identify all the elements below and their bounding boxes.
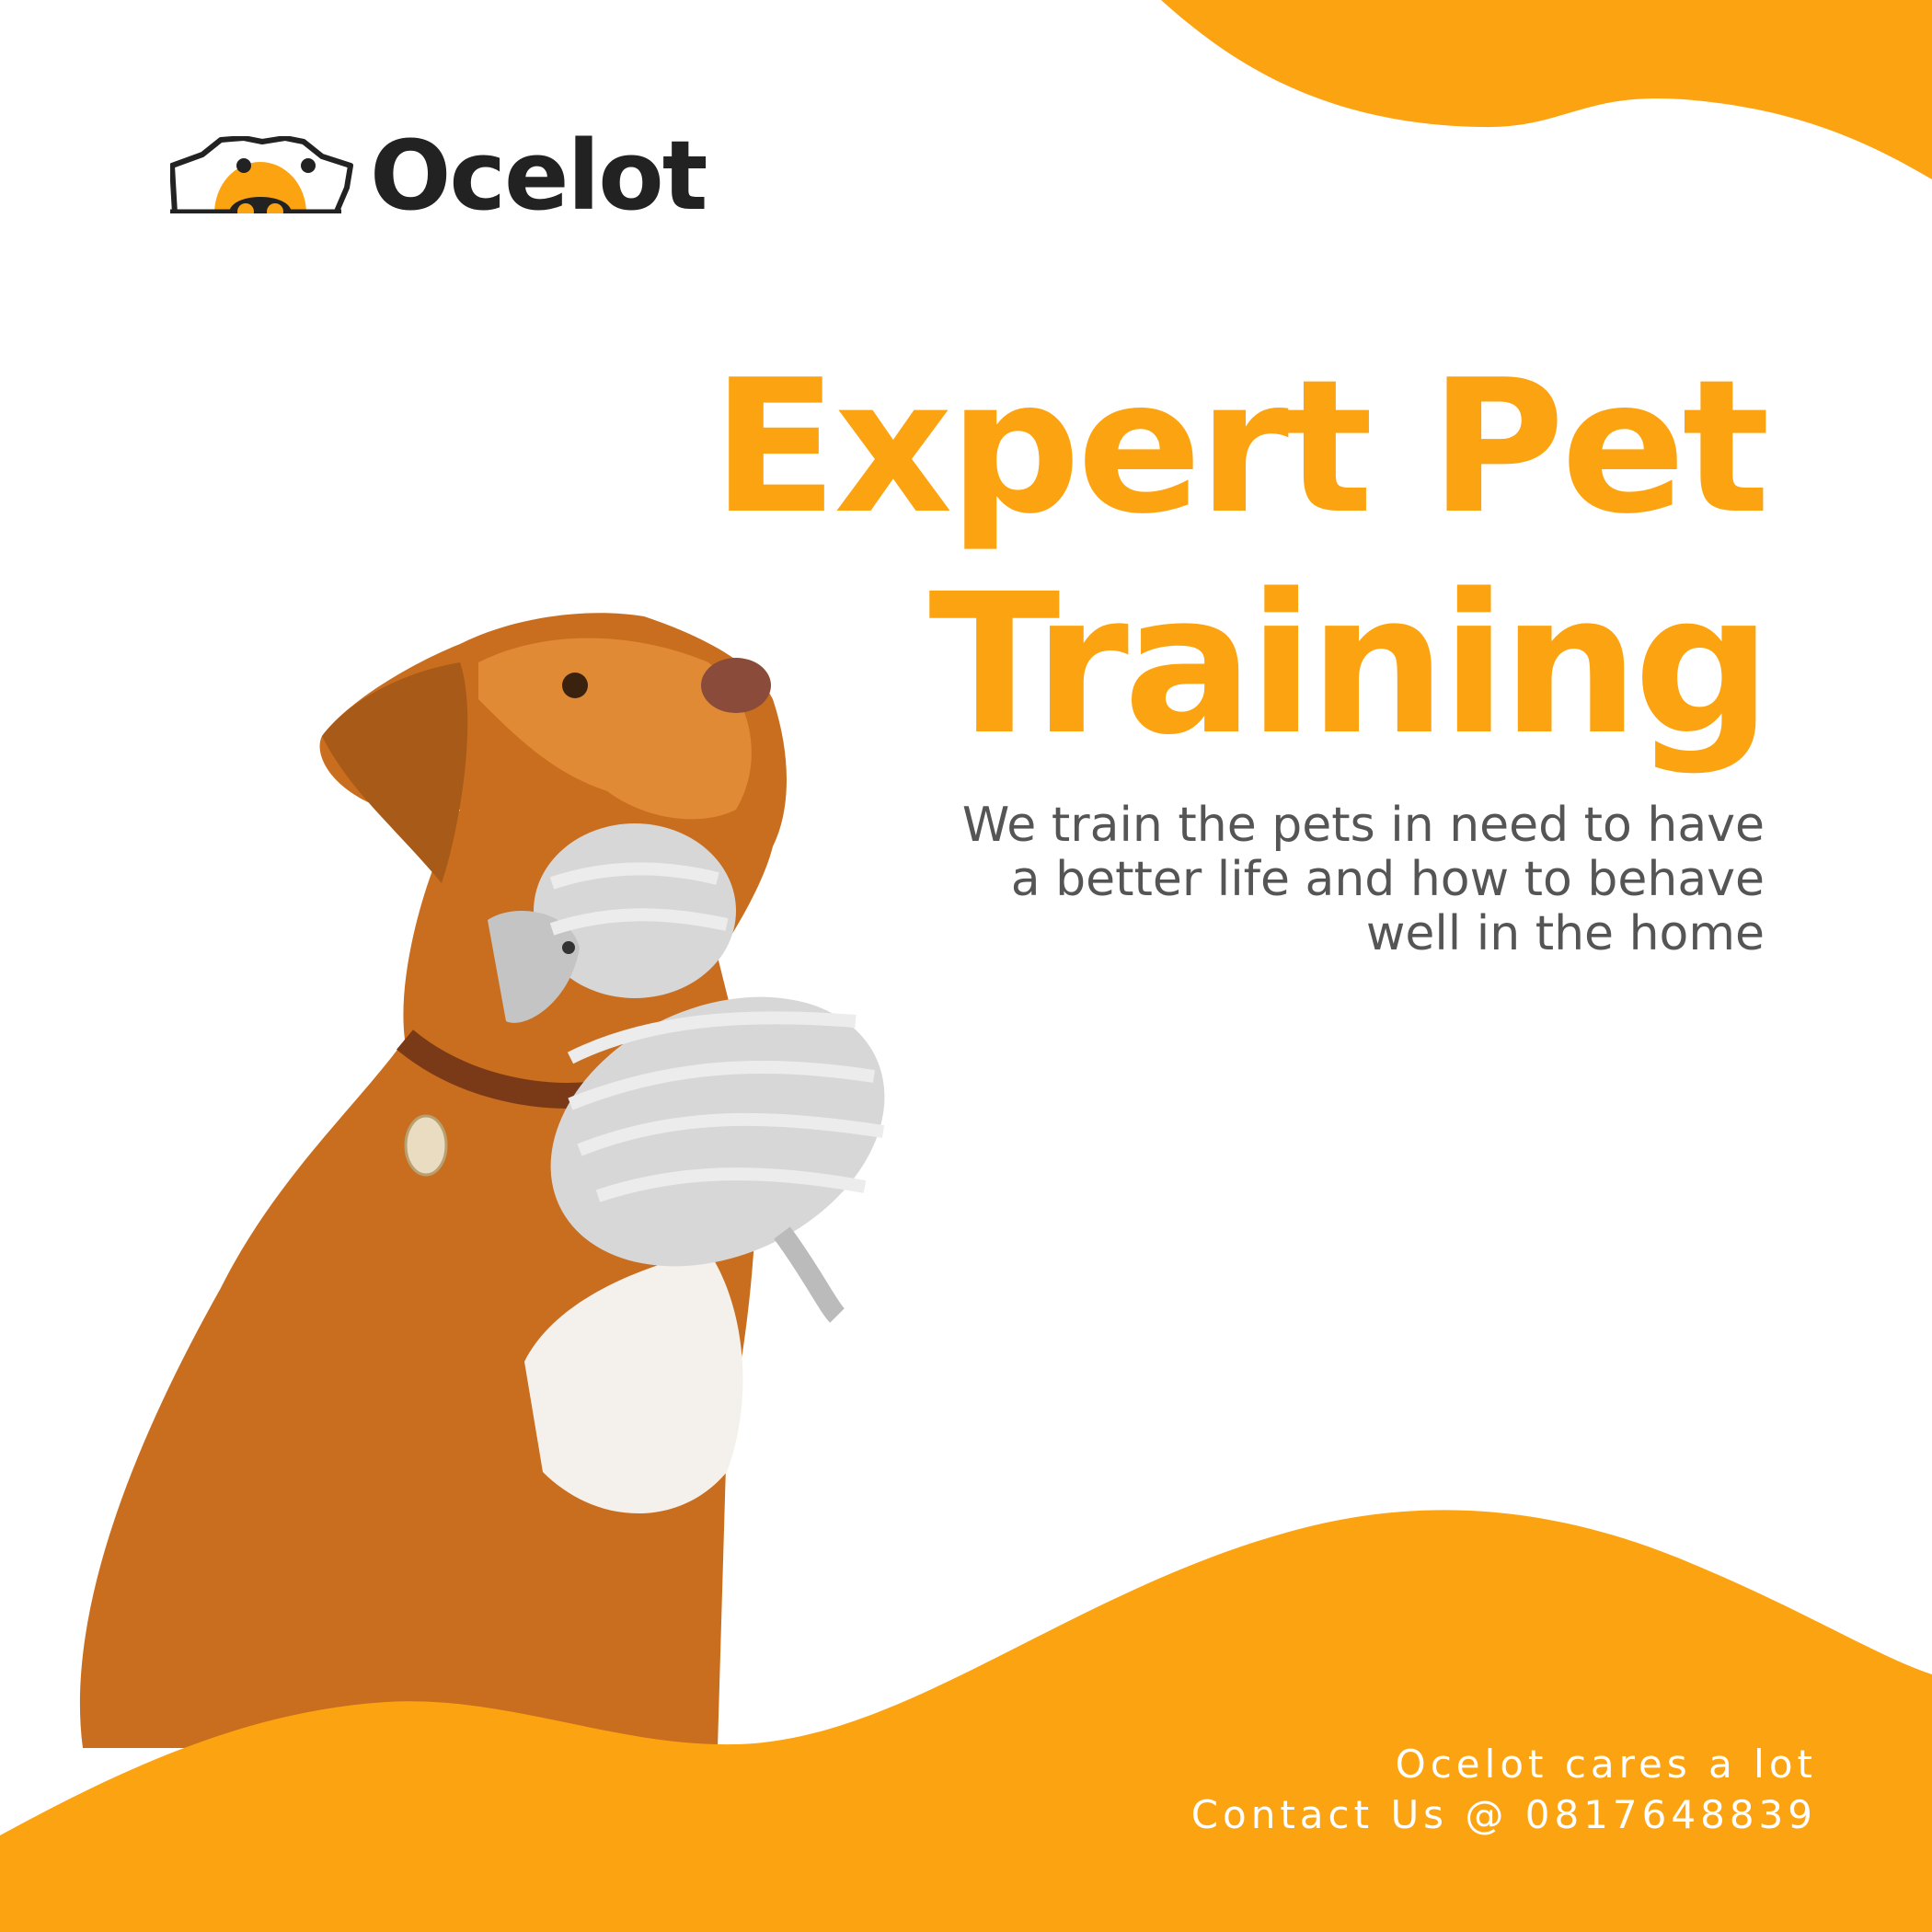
- brand-logo[interactable]: [169, 135, 354, 220]
- brand-name: Ocelot: [370, 120, 707, 232]
- subtitle-line: We train the pets in need to have: [961, 798, 1765, 853]
- subtitle: We train the pets in need to have a bett…: [937, 799, 1765, 961]
- headline-line-2: Training: [928, 552, 1772, 777]
- headline-line-1: Expert Pet: [711, 340, 1770, 555]
- subtitle-line: a better life and how to behave: [1010, 852, 1765, 907]
- top-right-wave: [1161, 0, 1932, 179]
- footer-contact[interactable]: Contact Us @ 0817648839: [1191, 1792, 1817, 1837]
- subtitle-line: well in the home: [1365, 906, 1765, 961]
- background-art: [0, 0, 1932, 1932]
- dog-face-logo-icon: [169, 135, 353, 220]
- footer-tagline: Ocelot cares a lot: [1395, 1742, 1817, 1787]
